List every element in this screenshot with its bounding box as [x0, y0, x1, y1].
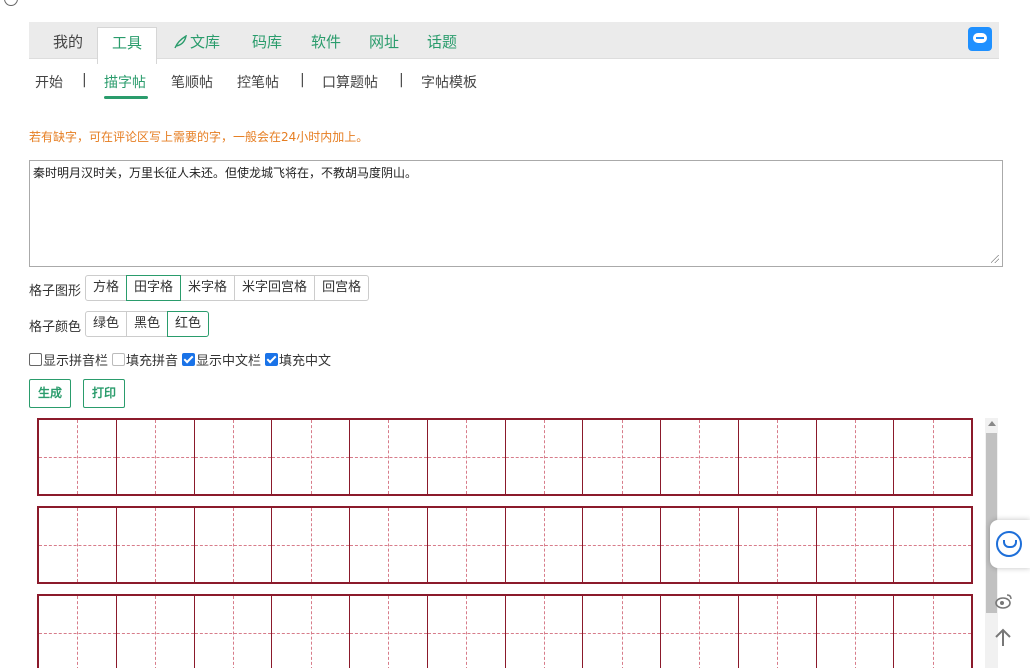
tian-grid-cell — [894, 508, 971, 582]
checkbox-box[interactable] — [112, 353, 126, 366]
text-input-value: 秦时明月汉时关，万里长征人未还。但使龙城飞将在，不教胡马度阴山。 — [33, 166, 418, 180]
tian-grid-cell — [116, 420, 195, 494]
subtab-trace[interactable]: 描字帖 — [104, 72, 146, 92]
tian-grid-cell — [194, 508, 273, 582]
checkbox-label: 显示中文栏 — [196, 354, 262, 369]
separator: | — [300, 72, 305, 88]
grid-color-group: 绿色 黑色 红色 — [85, 311, 210, 337]
tian-grid-cell — [583, 596, 661, 668]
checkbox-label: 填充拼音 — [126, 354, 179, 369]
tian-grid-cell — [116, 508, 195, 582]
tian-grid-cell — [350, 508, 428, 582]
tian-grid-cell — [350, 420, 428, 494]
checkbox-box[interactable] — [29, 353, 42, 366]
tian-grid-cell — [894, 420, 971, 494]
shape-tian[interactable]: 田字格 — [126, 275, 182, 301]
grid-shape-label: 格子图形 — [29, 284, 82, 299]
assistant-float[interactable] — [990, 520, 1030, 568]
subtab-start[interactable]: 开始 — [35, 72, 63, 92]
notice-text: 若有缺字，可在评论区写上需要的字，一般会在24小时内加上。 — [29, 130, 369, 144]
checkbox-show-pinyin[interactable]: 显示拼音栏 — [29, 350, 108, 369]
tab-mine[interactable]: 我的 — [53, 22, 83, 58]
tab-code[interactable]: 码库 — [252, 22, 282, 58]
top-nav: 我的 工具 文库 码库 软件 网址 话题 — [29, 22, 999, 64]
grid-row — [37, 594, 973, 668]
tian-grid-cell — [194, 420, 273, 494]
tian-grid-cell — [738, 596, 817, 668]
generate-button[interactable]: 生成 — [29, 379, 72, 408]
tian-grid-cell — [427, 420, 506, 494]
color-green[interactable]: 绿色 — [85, 311, 128, 337]
assistant-logo-icon — [996, 531, 1022, 557]
tian-grid-cell — [661, 508, 739, 582]
subtab-template[interactable]: 字帖模板 — [421, 72, 477, 92]
tian-grid-cell — [505, 508, 584, 582]
color-red[interactable]: 红色 — [167, 311, 210, 337]
corner-circle-icon — [4, 0, 18, 6]
subtab-pen-control[interactable]: 控笔帖 — [237, 72, 279, 92]
tab-topics[interactable]: 话题 — [427, 22, 457, 58]
tian-grid-cell — [350, 596, 428, 668]
tian-grid-cell — [738, 508, 817, 582]
tab-library[interactable]: 文库 — [173, 22, 220, 58]
scroll-up-icon[interactable] — [988, 421, 996, 426]
subtab-arithmetic[interactable]: 口算题帖 — [322, 72, 378, 92]
tian-grid-cell — [427, 508, 506, 582]
tian-grid-cell — [39, 508, 117, 582]
tian-grid-cell — [272, 596, 350, 668]
tab-library-label: 文库 — [190, 33, 221, 51]
tian-grid-cell — [39, 596, 117, 668]
shape-square[interactable]: 方格 — [85, 275, 128, 301]
checkbox-fill-pinyin[interactable]: 填充拼音 — [112, 350, 178, 369]
tian-grid-cell — [427, 596, 506, 668]
tian-grid-cell — [272, 508, 350, 582]
grid-row — [37, 506, 973, 584]
checkbox-show-chinese[interactable]: 显示中文栏 — [182, 350, 261, 369]
checkbox-box[interactable] — [265, 353, 279, 366]
tian-grid-cell — [39, 420, 117, 494]
tab-tools[interactable]: 工具 — [97, 27, 158, 64]
weibo-icon[interactable] — [994, 592, 1014, 614]
tian-grid-cell — [816, 420, 895, 494]
resize-handle-icon[interactable] — [991, 255, 999, 263]
shape-huigong[interactable]: 回宫格 — [314, 275, 370, 301]
tian-grid-cell — [505, 420, 584, 494]
checkbox-label: 填充中文 — [279, 354, 332, 369]
tian-grid-cell — [505, 596, 584, 668]
leaf-icon — [173, 24, 187, 49]
shape-mi[interactable]: 米字格 — [180, 275, 236, 301]
grid-shape-group: 方格 田字格 米字格 米字回宫格 回宫格 — [85, 275, 370, 301]
tian-grid-cell — [272, 420, 350, 494]
separator: | — [399, 72, 404, 88]
tab-links[interactable]: 网址 — [369, 22, 399, 58]
tian-grid-cell — [816, 596, 895, 668]
text-input[interactable]: 秦时明月汉时关，万里长征人未还。但使龙城飞将在，不教胡马度阴山。 — [29, 160, 1003, 267]
tian-grid-cell — [194, 596, 273, 668]
grid-color-label: 格子颜色 — [29, 320, 82, 335]
checkbox-box[interactable] — [182, 353, 196, 366]
chat-icon[interactable] — [968, 27, 992, 51]
tian-grid-cell — [116, 596, 195, 668]
back-to-top-icon[interactable] — [994, 628, 1012, 652]
shape-mi-huigong[interactable]: 米字回宫格 — [234, 275, 316, 301]
checkbox-label: 显示拼音栏 — [43, 354, 109, 369]
grid-row — [37, 418, 973, 496]
active-underline — [104, 96, 148, 99]
options-checkboxes: 显示拼音栏 填充拼音 显示中文栏 填充中文 — [29, 350, 335, 369]
separator: | — [82, 72, 87, 88]
tian-grid-cell — [583, 420, 661, 494]
checkbox-fill-chinese[interactable]: 填充中文 — [265, 350, 331, 369]
tab-software[interactable]: 软件 — [311, 22, 341, 58]
print-button[interactable]: 打印 — [83, 379, 126, 408]
tian-grid-cell — [583, 508, 661, 582]
tian-grid-cell — [661, 596, 739, 668]
preview-area — [29, 418, 985, 668]
subtab-stroke-order[interactable]: 笔顺帖 — [171, 72, 213, 92]
tian-grid-cell — [816, 508, 895, 582]
color-black[interactable]: 黑色 — [126, 311, 169, 337]
tian-grid-cell — [894, 596, 971, 668]
tian-grid-cell — [661, 420, 739, 494]
tian-grid-cell — [738, 420, 817, 494]
